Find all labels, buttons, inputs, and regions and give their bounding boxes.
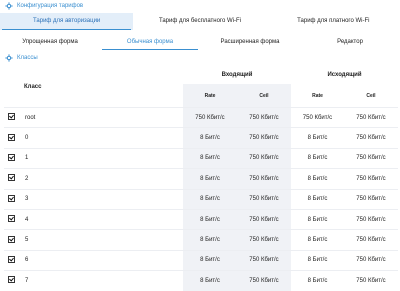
incoming-rate: 8 Бит/с	[183, 249, 237, 271]
form-tabs: Упрощенная форма Обычная форма Расширенн…	[0, 35, 400, 50]
incoming-group-header: Входящий	[221, 72, 253, 78]
outgoing-ceil: 750 Кбит/с	[344, 127, 398, 149]
outgoing-rate: 8 Бит/с	[291, 249, 344, 271]
table-row: 68 Бит/с 750 Кбит/с 8 Бит/с 750 Кбит/с	[4, 249, 398, 271]
tab-simplified-form[interactable]: Упрощенная форма	[0, 35, 100, 50]
class-name: 1	[22, 147, 183, 169]
config-section-title: Конфигурация тарифов	[17, 3, 84, 9]
class-name: 4	[22, 208, 183, 230]
outgoing-rate: 8 Бит/с	[291, 188, 344, 210]
classes-table: Класс Входящий Исходящий Rate Ceil Rate …	[4, 66, 398, 291]
outgoing-ceil: 750 Кбит/с	[344, 106, 398, 128]
incoming-ceil: 750 Кбит/с	[237, 249, 291, 271]
gear-icon	[4, 53, 14, 63]
incoming-rate: 8 Бит/с	[183, 127, 237, 149]
incoming-ceil: 750 Кбит/с	[237, 270, 291, 291]
tab-paid-wifi-tariff[interactable]: Тариф для платного Wi-Fi	[267, 13, 400, 30]
outgoing-rate: 8 Бит/с	[291, 147, 344, 169]
classes-section-title: Классы	[17, 55, 38, 61]
class-name: 2	[22, 168, 183, 190]
table-row: 38 Бит/с 750 Кбит/с 8 Бит/с 750 Кбит/с	[4, 188, 398, 210]
tab-extended-form[interactable]: Расширенная форма	[200, 35, 300, 50]
incoming-ceil: 750 Кбит/с	[237, 127, 291, 149]
incoming-rate: 8 Бит/с	[183, 188, 237, 210]
incoming-ceil-header: Ceil	[237, 84, 291, 108]
incoming-rate: 8 Бит/с	[183, 270, 237, 291]
outgoing-group-header: Исходящий	[327, 72, 362, 78]
tab-free-wifi-tariff[interactable]: Тариф для бесплатного Wi-Fi	[133, 13, 266, 30]
table-row: 78 Бит/с 750 Кбит/с 8 Бит/с 750 Кбит/с	[4, 270, 398, 291]
outgoing-ceil: 750 Кбит/с	[344, 249, 398, 271]
row-checkbox[interactable]	[8, 133, 15, 141]
tab-auth-tariff[interactable]: Тариф для авторизации	[0, 13, 134, 30]
outgoing-ceil-header: Ceil	[366, 92, 376, 99]
table-row: 48 Бит/с 750 Кбит/с 8 Бит/с 750 Кбит/с	[4, 208, 398, 230]
incoming-ceil: 750 Кбит/с	[237, 188, 291, 210]
table-row: 28 Бит/с 750 Кбит/с 8 Бит/с 750 Кбит/с	[4, 168, 398, 190]
incoming-ceil: 750 Кбит/с	[237, 229, 291, 251]
table-row: 08 Бит/с 750 Кбит/с 8 Бит/с 750 Кбит/с	[4, 127, 398, 149]
outgoing-ceil: 750 Кбит/с	[344, 208, 398, 230]
incoming-rate: 8 Бит/с	[183, 229, 237, 251]
row-checkbox[interactable]	[8, 215, 15, 223]
row-checkbox[interactable]	[8, 255, 15, 263]
tab-editor[interactable]: Редактор	[300, 35, 400, 50]
tab-normal-form[interactable]: Обычная форма	[100, 35, 200, 50]
tariff-tabs: Тариф для авторизации Тариф для бесплатн…	[0, 13, 400, 30]
row-checkbox[interactable]	[8, 174, 15, 182]
class-name: 3	[22, 188, 183, 210]
class-name: 7	[22, 270, 183, 291]
outgoing-ceil: 750 Кбит/с	[344, 168, 398, 190]
row-checkbox[interactable]	[8, 194, 15, 202]
outgoing-rate: 8 Бит/с	[291, 168, 344, 190]
incoming-rate: 8 Бит/с	[183, 147, 237, 169]
class-name: 5	[22, 229, 183, 251]
classes-section-header: Классы	[0, 52, 400, 64]
class-name: 6	[22, 249, 183, 271]
incoming-rate: 750 Кбит/с	[183, 106, 237, 128]
row-checkbox[interactable]	[8, 235, 15, 243]
incoming-rate: 8 Бит/с	[183, 208, 237, 230]
row-checkbox[interactable]	[8, 113, 15, 121]
incoming-rate-header: Rate	[183, 84, 237, 108]
incoming-ceil: 750 Кбит/с	[237, 168, 291, 190]
outgoing-ceil: 750 Кбит/с	[344, 229, 398, 251]
table-row: 18 Бит/с 750 Кбит/с 8 Бит/с 750 Кбит/с	[4, 147, 398, 169]
class-column-header: Класс	[24, 83, 42, 90]
table-row: root 750 Кбит/с 750 Кбит/с 750 Кбит/с 750 Кб…	[4, 106, 398, 128]
row-checkbox[interactable]	[8, 153, 15, 161]
class-name: root	[22, 106, 183, 128]
outgoing-ceil: 750 Кбит/с	[344, 147, 398, 169]
outgoing-ceil: 750 Кбит/с	[344, 188, 398, 210]
incoming-rate: 8 Бит/с	[183, 168, 237, 190]
gear-icon	[4, 1, 14, 11]
config-section-header: Конфигурация тарифов	[0, 0, 400, 12]
outgoing-rate: 8 Бит/с	[291, 229, 344, 251]
outgoing-rate: 8 Бит/с	[291, 208, 344, 230]
incoming-ceil: 750 Кбит/с	[237, 147, 291, 169]
table-row: 58 Бит/с 750 Кбит/с 8 Бит/с 750 Кбит/с	[4, 229, 398, 251]
row-checkbox[interactable]	[8, 276, 15, 284]
class-name: 0	[22, 127, 183, 149]
incoming-ceil: 750 Кбит/с	[237, 208, 291, 230]
outgoing-ceil: 750 Кбит/с	[344, 270, 398, 291]
outgoing-rate-header: Rate	[312, 92, 323, 99]
incoming-ceil: 750 Кбит/с	[237, 106, 291, 128]
outgoing-rate: 750 Кбит/с	[291, 106, 344, 128]
outgoing-rate: 8 Бит/с	[291, 127, 344, 149]
outgoing-rate: 8 Бит/с	[291, 270, 344, 291]
